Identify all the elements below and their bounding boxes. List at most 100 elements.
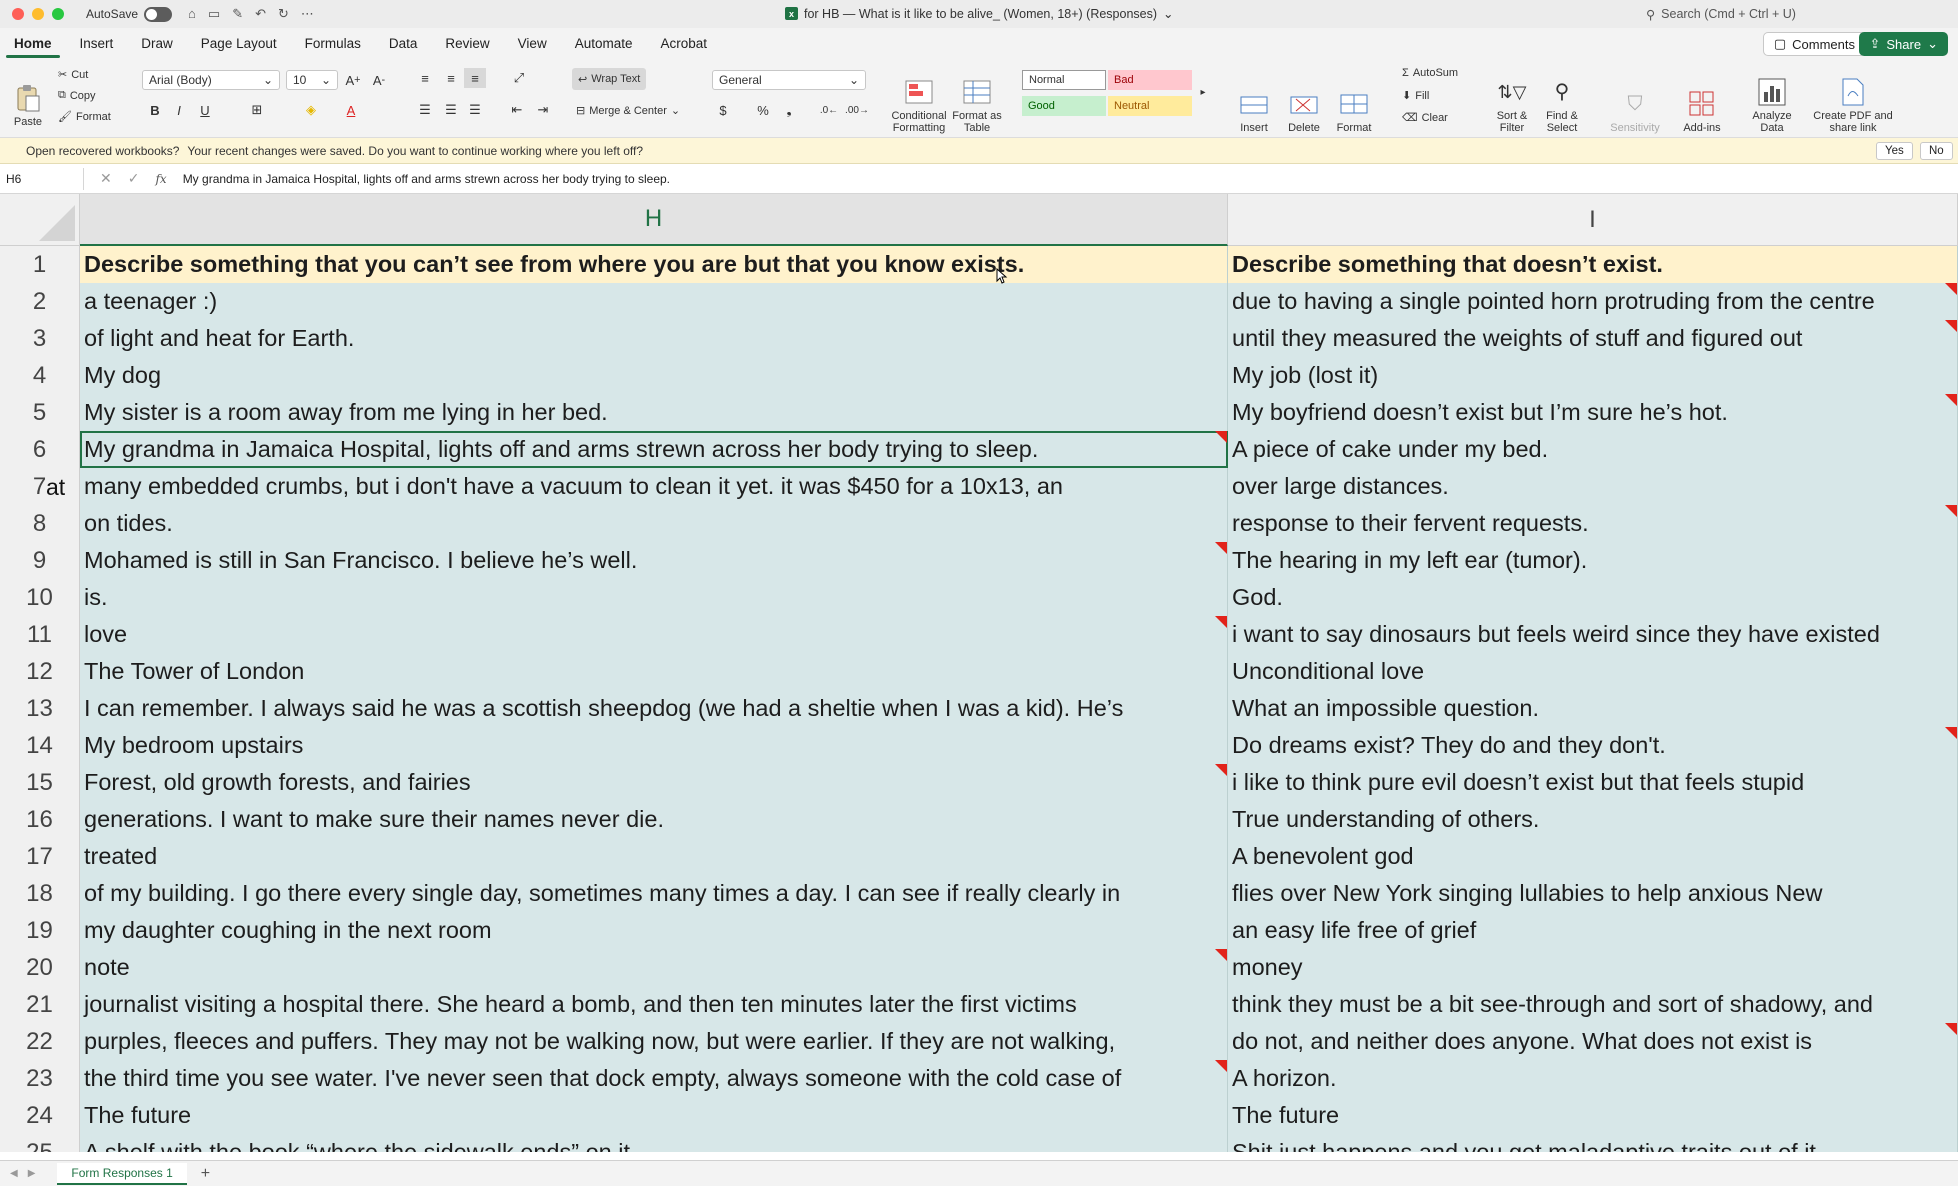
wrap-text-button[interactable]: ↩ Wrap Text bbox=[572, 68, 647, 90]
cell-i4[interactable]: My job (lost it) bbox=[1228, 357, 1958, 394]
bold-button[interactable]: B bbox=[144, 100, 166, 120]
cell-i7[interactable]: over large distances. bbox=[1228, 468, 1958, 505]
increase-decimal-icon[interactable]: .0← bbox=[818, 100, 840, 120]
cell-h18[interactable]: of my building. I go there every single … bbox=[80, 875, 1228, 912]
font-size-select[interactable]: 10 ⌄ bbox=[286, 70, 338, 90]
cell-h7[interactable]: many embedded crumbs, but i don't have a… bbox=[80, 468, 1228, 505]
cell-h15[interactable]: Forest, old growth forests, and fairies bbox=[80, 764, 1228, 801]
edit-icon[interactable]: ✎ bbox=[232, 6, 243, 22]
delete-cells-button[interactable]: Delete bbox=[1280, 66, 1328, 134]
sort-filter-button[interactable]: ⇅▽ Sort & Filter bbox=[1486, 66, 1538, 134]
underline-button[interactable]: U bbox=[194, 100, 216, 120]
cell-h19[interactable]: my daughter coughing in the next room bbox=[80, 912, 1228, 949]
add-ins-button[interactable]: Add-ins bbox=[1676, 66, 1728, 134]
cell-i16[interactable]: True understanding of others. bbox=[1228, 801, 1958, 838]
autosave-toggle[interactable] bbox=[144, 6, 173, 22]
row-header[interactable]: 17 bbox=[0, 838, 80, 875]
row-header[interactable]: 9 bbox=[0, 542, 80, 579]
cell-i10[interactable]: God. bbox=[1228, 579, 1958, 616]
formula-input[interactable]: My grandma in Jamaica Hospital, lights o… bbox=[183, 172, 670, 186]
cell-h21[interactable]: journalist visiting a hospital there. Sh… bbox=[80, 986, 1228, 1023]
orientation-icon[interactable]: ⤢ bbox=[508, 68, 530, 88]
row-header[interactable]: 15 bbox=[0, 764, 80, 801]
format-painter-button[interactable]: 🖌 Format bbox=[58, 110, 111, 124]
clear-button[interactable]: ⌫ Clear bbox=[1402, 111, 1448, 125]
sensitivity-button[interactable]: ⛉ Sensitivity bbox=[1604, 66, 1666, 134]
row-header[interactable]: 20 bbox=[0, 949, 80, 986]
cut-button[interactable]: ✂ Cut bbox=[58, 68, 88, 82]
cell-h25[interactable]: A shelf with the book “where the sidewal… bbox=[80, 1134, 1228, 1152]
tab-home[interactable]: Home bbox=[0, 28, 66, 60]
tab-page-layout[interactable]: Page Layout bbox=[187, 28, 291, 60]
notice-no-button[interactable]: No bbox=[1920, 142, 1953, 160]
row-header[interactable]: 3 bbox=[0, 320, 80, 357]
align-right-icon[interactable]: ☰ bbox=[464, 100, 486, 120]
cell-h12[interactable]: The Tower of London bbox=[80, 653, 1228, 690]
cell-h20[interactable]: note bbox=[80, 949, 1228, 986]
cell-h13[interactable]: I can remember. I always said he was a s… bbox=[80, 690, 1228, 727]
row-header[interactable]: 5 bbox=[0, 394, 80, 431]
home-icon[interactable]: ⌂ bbox=[188, 6, 196, 22]
align-top-icon[interactable]: ≡ bbox=[414, 68, 436, 88]
cell-i24[interactable]: The future bbox=[1228, 1097, 1958, 1134]
cell-i25[interactable]: Shit just happens and you get maladaptiv… bbox=[1228, 1134, 1958, 1152]
tab-data[interactable]: Data bbox=[375, 28, 432, 60]
autosum-button[interactable]: Σ AutoSum bbox=[1402, 67, 1458, 79]
row-header[interactable]: 6 bbox=[0, 431, 80, 468]
cell-h2[interactable]: a teenager :) bbox=[80, 283, 1228, 320]
increase-indent-icon[interactable]: ⇥ bbox=[532, 100, 554, 120]
tab-draw[interactable]: Draw bbox=[127, 28, 187, 60]
comments-button[interactable]: ▢ Comments bbox=[1762, 32, 1866, 56]
analyze-data-button[interactable]: Analyze Data bbox=[1744, 66, 1800, 134]
style-normal[interactable]: Normal bbox=[1022, 70, 1106, 90]
undo-icon[interactable]: ↶ bbox=[255, 6, 266, 22]
cell-i22[interactable]: do not, and neither does anyone. What do… bbox=[1228, 1023, 1958, 1060]
cell-h14[interactable]: My bedroom upstairs bbox=[80, 727, 1228, 764]
cell-i23[interactable]: A horizon. bbox=[1228, 1060, 1958, 1097]
cell-i19[interactable]: an easy life free of grief bbox=[1228, 912, 1958, 949]
save-icon[interactable]: ▭ bbox=[208, 6, 220, 22]
cell-h22[interactable]: purples, fleeces and puffers. They may n… bbox=[80, 1023, 1228, 1060]
cell-i3[interactable]: until they measured the weights of stuff… bbox=[1228, 320, 1958, 357]
cell-h6[interactable]: My grandma in Jamaica Hospital, lights o… bbox=[80, 431, 1228, 468]
style-neutral[interactable]: Neutral bbox=[1108, 96, 1192, 116]
cancel-icon[interactable]: ✕ bbox=[100, 170, 112, 187]
insert-cells-button[interactable]: Insert bbox=[1230, 66, 1278, 134]
borders-icon[interactable]: ⊞ bbox=[246, 100, 268, 120]
redo-icon[interactable]: ↻ bbox=[278, 6, 289, 22]
function-icon[interactable]: fx bbox=[155, 172, 166, 186]
row-header[interactable]: 1 bbox=[0, 246, 80, 283]
cell-h9[interactable]: Mohamed is still in San Francisco. I bel… bbox=[80, 542, 1228, 579]
align-left-icon[interactable]: ☰ bbox=[414, 100, 436, 120]
share-button[interactable]: ⇪ Share ⌄ bbox=[1859, 32, 1948, 56]
styles-more-icon[interactable]: ▸ bbox=[1192, 82, 1214, 102]
row-header[interactable]: 19 bbox=[0, 912, 80, 949]
row-header[interactable]: 22 bbox=[0, 1023, 80, 1060]
row-header[interactable]: 10 bbox=[0, 579, 80, 616]
tab-view[interactable]: View bbox=[504, 28, 561, 60]
cell-h8[interactable]: on tides. bbox=[80, 505, 1228, 542]
merge-center-button[interactable]: ⊟ Merge & Center ⌄ bbox=[576, 104, 680, 118]
row-header[interactable]: 25 bbox=[0, 1134, 80, 1152]
tab-acrobat[interactable]: Acrobat bbox=[647, 28, 722, 60]
minimize-window-button[interactable] bbox=[32, 8, 44, 20]
column-header-i[interactable]: I bbox=[1228, 194, 1958, 246]
cell-i13[interactable]: What an impossible question. bbox=[1228, 690, 1958, 727]
tab-automate[interactable]: Automate bbox=[561, 28, 647, 60]
cell-h23[interactable]: the third time you see water. I've never… bbox=[80, 1060, 1228, 1097]
cell-i2[interactable]: due to having a single pointed horn prot… bbox=[1228, 283, 1958, 320]
font-color-icon[interactable]: A bbox=[340, 100, 362, 120]
row-header[interactable]: 13 bbox=[0, 690, 80, 727]
format-as-table-button[interactable]: Format as Table bbox=[950, 66, 1004, 134]
copy-button[interactable]: ⧉ Copy bbox=[58, 89, 96, 102]
decrease-indent-icon[interactable]: ⇤ bbox=[506, 100, 528, 120]
cell-i21[interactable]: think they must be a bit see-through and… bbox=[1228, 986, 1958, 1023]
select-all-corner[interactable] bbox=[0, 194, 80, 246]
row-header[interactable]: 21 bbox=[0, 986, 80, 1023]
cell-h3[interactable]: of light and heat for Earth. bbox=[80, 320, 1228, 357]
row-header[interactable]: 12 bbox=[0, 653, 80, 690]
cell-i9[interactable]: The hearing in my left ear (tumor). bbox=[1228, 542, 1958, 579]
cell-i6[interactable]: A piece of cake under my bed. bbox=[1228, 431, 1958, 468]
row-header[interactable]: 2 bbox=[0, 283, 80, 320]
find-select-button[interactable]: ⚲ Find & Select bbox=[1536, 66, 1588, 134]
